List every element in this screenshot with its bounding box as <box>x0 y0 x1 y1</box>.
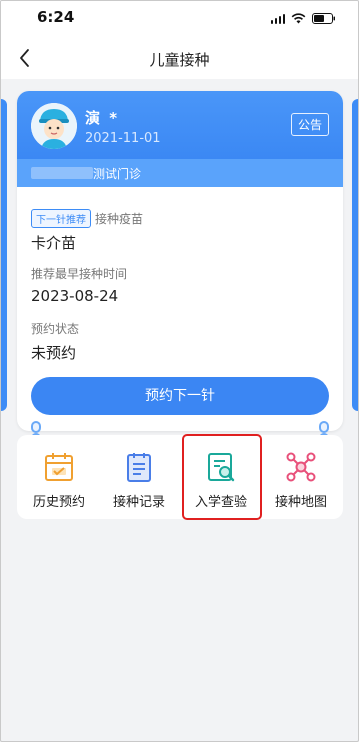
map-network-icon <box>286 452 316 482</box>
vaccine-name: 卡介苗 <box>31 234 77 252</box>
next-card-peek[interactable] <box>352 99 358 411</box>
book-next-dose-button[interactable]: 预约下一针 <box>31 377 329 415</box>
time-value: 2023-08-24 <box>31 287 119 305</box>
highlight-box <box>182 434 262 520</box>
prev-card-peek[interactable] <box>1 99 7 411</box>
record-list-icon <box>127 453 151 482</box>
child-avatar-icon <box>31 103 77 149</box>
menu-label: 历史预约 <box>32 495 85 510</box>
notice-button[interactable]: 公告 <box>290 113 329 136</box>
page-title: 儿童接种 <box>149 51 210 69</box>
status-bar: 6:24 <box>1 1 358 37</box>
menu-label: 接种记录 <box>112 495 165 510</box>
next-dose-tag: 下一针推荐 <box>31 209 91 228</box>
app-frame: 6:24 儿童接种 演 * 2021-11-01 公告 测试门诊 下一针推荐 接… <box>0 0 359 742</box>
clinic-name: 测试门诊 <box>93 167 142 181</box>
menu-history-appointments[interactable]: 历史预约 <box>19 435 99 519</box>
time-label: 推荐最早接种时间 <box>31 267 128 281</box>
signal-icon <box>270 13 285 24</box>
avatar[interactable] <box>31 103 77 149</box>
menu-vaccination-map[interactable]: 接种地图 <box>261 435 341 519</box>
wifi-icon <box>291 13 306 24</box>
nav-bar: 儿童接种 <box>1 37 358 79</box>
child-vaccine-card: 演 * 2021-11-01 公告 测试门诊 下一针推荐 接种疫苗 卡介苗 推荐… <box>17 91 343 431</box>
menu-vaccination-records[interactable]: 接种记录 <box>99 435 179 519</box>
child-dob: 2021-11-01 <box>85 131 161 146</box>
status-label: 预约状态 <box>31 322 80 336</box>
clinic-name-redacted <box>31 167 93 179</box>
quick-menu: 历史预约 接种记录 入学查验 接种地图 <box>17 435 343 519</box>
menu-label: 接种地图 <box>274 495 327 510</box>
status-value: 未预约 <box>31 344 77 362</box>
battery-icon <box>312 13 336 24</box>
child-name: 演 * <box>85 109 120 127</box>
vaccine-label: 接种疫苗 <box>95 212 144 226</box>
calendar-icon <box>45 453 73 481</box>
status-icons <box>270 13 337 24</box>
status-time: 6:24 <box>37 8 75 26</box>
